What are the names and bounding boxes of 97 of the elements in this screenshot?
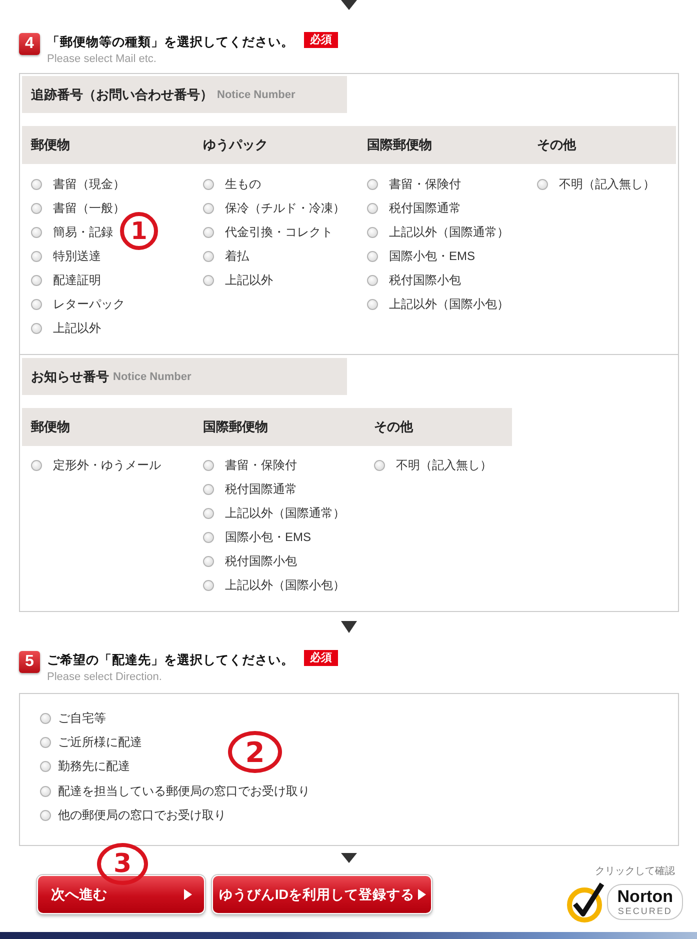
option-label[interactable]: 税付国際通常	[389, 200, 461, 216]
radio-button[interactable]	[40, 712, 51, 724]
column-header: 郵便物	[30, 418, 71, 436]
option-label[interactable]: 上記以外（国際小包）	[225, 576, 345, 594]
option-label[interactable]: 国際小包・EMS	[389, 248, 476, 264]
register-with-id-button[interactable]: ゆうびんIDを利用して登録する	[212, 875, 432, 914]
option-label[interactable]: 代金引換・コレクト	[225, 224, 333, 240]
radio-button[interactable]	[203, 178, 214, 190]
radio-button[interactable]	[203, 556, 214, 566]
seal-label-pill[interactable]: Norton SECURED	[607, 884, 683, 920]
radio-button[interactable]	[367, 202, 378, 214]
option-label[interactable]: 定形外・ゆうメール	[53, 456, 161, 474]
section-subtitle: Please select Direction.	[47, 671, 163, 684]
radio-button[interactable]	[203, 250, 214, 262]
group-heading: お知らせ番号	[31, 368, 109, 386]
group-heading: 追跡番号（お問い合わせ番号）	[31, 86, 213, 104]
radio-button[interactable]	[203, 226, 214, 238]
radio-button[interactable]	[31, 250, 42, 262]
radio-button[interactable]	[367, 274, 378, 286]
option-label[interactable]: 勤務先に配達	[58, 758, 130, 776]
option-label[interactable]: 上記以外	[225, 272, 273, 288]
option-label[interactable]: 配達を担当している郵便局の窓口でお受け取り	[58, 782, 310, 800]
radio-button[interactable]	[203, 508, 214, 518]
checkmark-ring-icon[interactable]	[566, 880, 606, 924]
option-label[interactable]: 着払	[225, 248, 249, 264]
option-label[interactable]: ご自宅等	[58, 710, 106, 727]
section-title: 「郵便物等の種類」を選択してください。	[47, 34, 294, 50]
option-label[interactable]: 生もの	[225, 176, 261, 192]
option-label[interactable]: 国際小包・EMS	[225, 528, 312, 546]
radio-button[interactable]	[31, 298, 42, 310]
option-label[interactable]: 上記以外	[53, 320, 101, 336]
radio-button[interactable]	[31, 460, 42, 470]
annotation-marker: 2	[228, 731, 282, 773]
down-arrow-icon	[340, 621, 356, 633]
option-label[interactable]: 配達証明	[53, 272, 101, 288]
radio-button[interactable]	[367, 178, 378, 190]
column-header: その他	[373, 418, 414, 436]
down-arrow-icon	[340, 853, 356, 864]
radio-button[interactable]	[374, 460, 385, 470]
option-label[interactable]: 不明（記入無し）	[396, 456, 492, 474]
option-label[interactable]: 不明（記入無し）	[559, 176, 655, 192]
radio-button[interactable]	[31, 178, 42, 190]
option-label[interactable]: 他の郵便局の窓口でお受け取り	[58, 806, 226, 824]
next-button[interactable]: 次へ進む	[37, 875, 205, 914]
option-label[interactable]: レターパック	[53, 296, 125, 312]
group-heading-english: Notice Number	[217, 88, 296, 100]
radio-button[interactable]	[537, 178, 548, 190]
radio-button[interactable]	[31, 322, 42, 334]
option-label[interactable]: 税付国際通常	[225, 480, 297, 498]
column-header: その他	[536, 136, 578, 154]
option-label[interactable]: 書留・保険付	[389, 176, 461, 192]
radio-button[interactable]	[367, 250, 378, 262]
seal-tagline: SECURED	[618, 906, 672, 918]
column-header: 郵便物	[30, 136, 71, 154]
section-title: ご希望の「配達先」を選択してください。	[47, 652, 294, 668]
group-heading-english: Notice Number	[113, 370, 192, 382]
option-label[interactable]: ご近所様に配達	[58, 734, 142, 751]
option-label[interactable]: 税付国際小包	[225, 552, 297, 570]
radio-button[interactable]	[31, 202, 42, 214]
column-header: 国際郵便物	[202, 418, 269, 436]
option-label[interactable]: 特別送達	[53, 248, 101, 264]
option-label[interactable]: 簡易・記録	[53, 224, 113, 240]
column-header: 国際郵便物	[366, 136, 433, 154]
radio-button[interactable]	[31, 226, 42, 238]
step-number-badge: 4	[19, 33, 40, 55]
caret-right-icon	[418, 889, 426, 900]
option-label[interactable]: 保冷（チルド・冷凍）	[225, 200, 345, 216]
radio-button[interactable]	[203, 202, 214, 214]
radio-button[interactable]	[367, 226, 378, 238]
radio-button[interactable]	[40, 736, 51, 748]
annotation-marker: 1	[120, 212, 158, 250]
option-label[interactable]: 書留（現金）	[53, 176, 125, 192]
step-number-badge: 5	[19, 651, 40, 673]
radio-button[interactable]	[203, 484, 214, 494]
option-label[interactable]: 税付国際小包	[389, 272, 461, 288]
caret-right-icon	[184, 889, 192, 900]
required-tag: 必須	[304, 32, 338, 48]
option-label[interactable]: 上記以外（国際通常）	[389, 224, 509, 240]
radio-button[interactable]	[203, 274, 214, 286]
radio-button[interactable]	[203, 532, 214, 542]
down-arrow-icon	[340, 0, 356, 10]
required-tag: 必須	[304, 650, 338, 666]
radio-button[interactable]	[40, 786, 51, 797]
option-label[interactable]: 書留・保険付	[225, 456, 297, 474]
radio-button[interactable]	[31, 274, 42, 286]
option-label[interactable]: 上記以外（国際小包）	[389, 296, 509, 312]
annotation-marker: 3	[97, 843, 148, 886]
seal-caption[interactable]: クリックして確認	[595, 866, 675, 878]
seal-brand: Norton	[617, 887, 673, 906]
radio-button[interactable]	[40, 761, 51, 772]
section-subtitle: Please select Mail etc.	[47, 53, 158, 66]
radio-button[interactable]	[203, 580, 214, 590]
column-header: ゆうパック	[202, 136, 269, 154]
option-label[interactable]: 上記以外（国際通常）	[225, 504, 345, 522]
radio-button[interactable]	[40, 810, 51, 821]
radio-button[interactable]	[367, 298, 378, 310]
radio-button[interactable]	[203, 460, 214, 470]
